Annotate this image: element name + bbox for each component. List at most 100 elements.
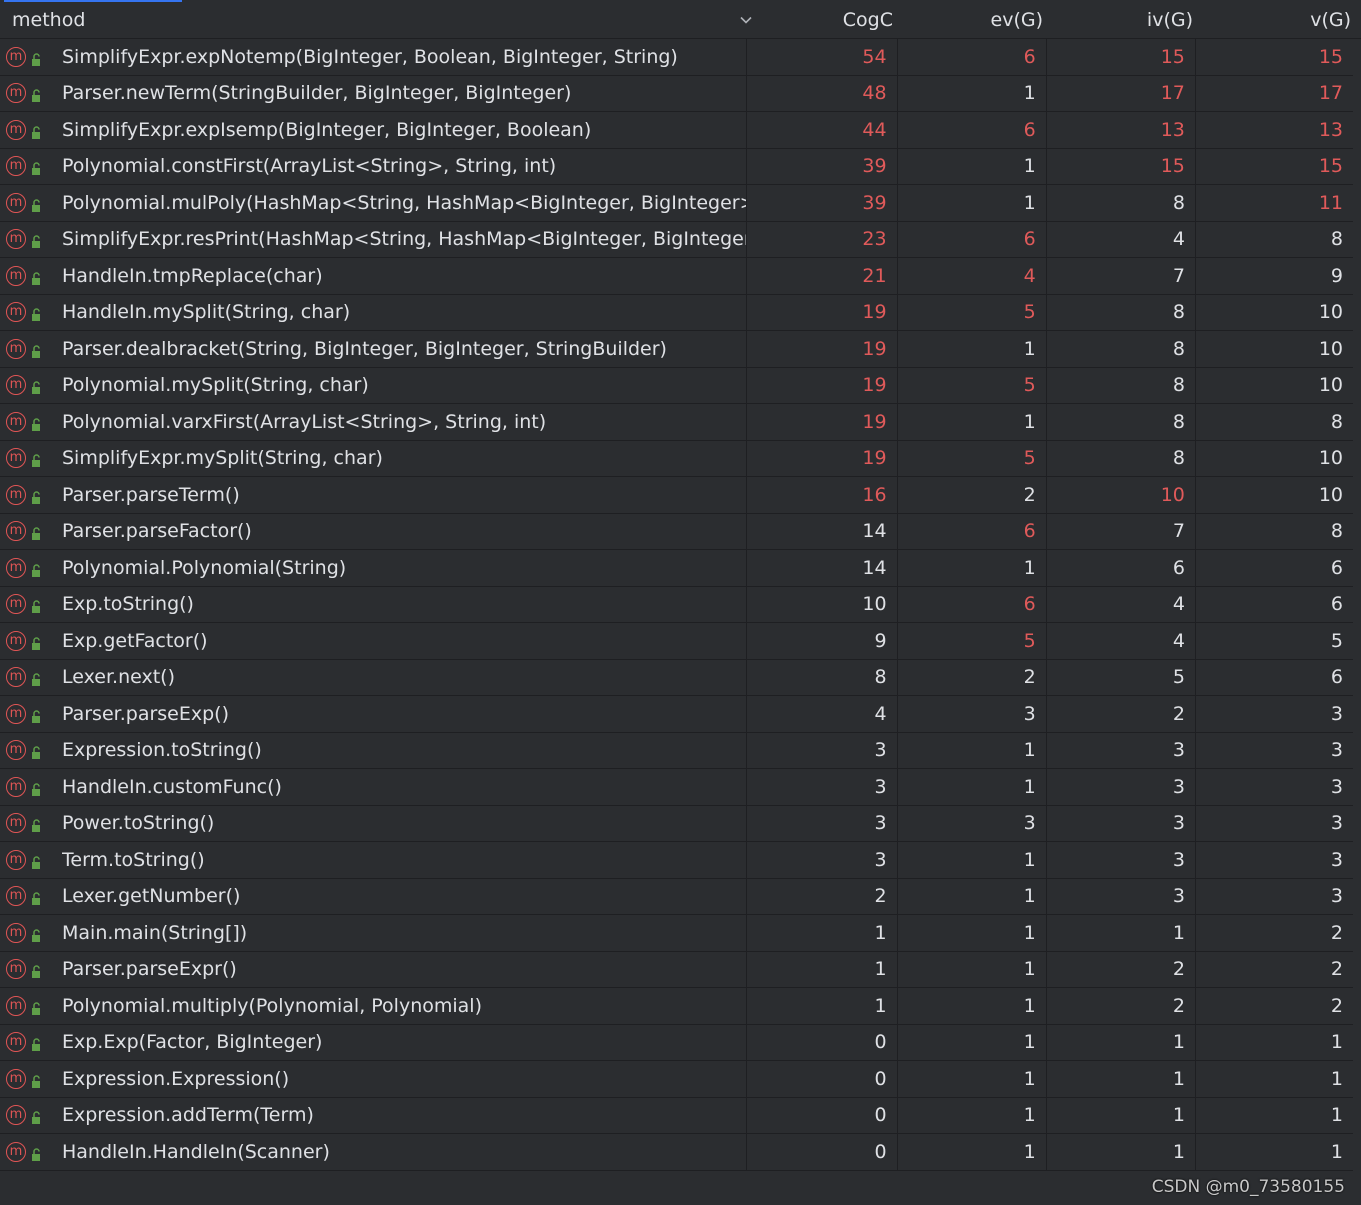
table-row[interactable]: m Exp.Exp(Factor, BigInteger) 0 1 1 1 (0, 1024, 1353, 1061)
method-m-icon: m (6, 1068, 26, 1089)
method-m-icon: m (6, 594, 26, 615)
v-cell: 1 (1330, 1140, 1343, 1163)
v-cell: 2 (1330, 994, 1343, 1017)
column-header-iv[interactable]: iv(G) (1053, 2, 1203, 38)
v-cell: 6 (1330, 666, 1343, 689)
table-row[interactable]: m SimplifyExpr.resPrint(HashMap<String, H… (0, 221, 1353, 258)
iv-cell: 1 (1047, 915, 1196, 951)
v-cell: 10 (1318, 483, 1343, 506)
iv-cell: 1 (1047, 1024, 1196, 1060)
table-row[interactable]: m Power.toString() 3 3 3 3 (0, 805, 1353, 842)
table-row[interactable]: m Expression.toString() 3 1 3 3 (0, 732, 1353, 769)
iv-cell: 8 (1047, 367, 1196, 403)
method-cell: m Polynomial.mySplit(String, char) (0, 367, 748, 403)
v-cell: 2 (1330, 958, 1343, 981)
table-row[interactable]: m Expression.addTerm(Term) 0 1 1 1 (0, 1097, 1353, 1134)
cogc-cell: 9 (747, 623, 898, 659)
method-m-icon: m (6, 411, 26, 432)
ev-cell: 2 (898, 659, 1047, 695)
column-header-v[interactable]: v(G) (1203, 2, 1361, 38)
table-row[interactable]: m SimplifyExpr.expIsemp(BigInteger, BigIn… (0, 112, 1353, 149)
method-cell: m Parser.newTerm(StringBuilder, BigIntege… (0, 75, 748, 111)
table-row[interactable]: m Parser.dealbracket(String, BigInteger, … (0, 331, 1353, 368)
column-header-cogc[interactable]: CogC (752, 2, 903, 38)
method-m-icon: m (6, 302, 26, 323)
method-name: Term.toString() (62, 848, 205, 871)
cogc-cell: 19 (747, 404, 898, 440)
ev-cell: 1 (898, 842, 1047, 878)
watermark: CSDN @m0_73580155 (1151, 1177, 1345, 1197)
table-row[interactable]: m HandleIn.mySplit(String, char) 19 5 8 10 (0, 294, 1353, 331)
table-row[interactable]: m Lexer.getNumber() 2 1 3 3 (0, 878, 1353, 915)
column-header-method[interactable]: method (0, 2, 752, 38)
table-row[interactable]: m Parser.parseTerm() 16 2 10 10 (0, 477, 1353, 514)
table-row[interactable]: m Term.toString() 3 1 3 3 (0, 842, 1353, 879)
v-cell: 6 (1330, 593, 1343, 616)
method-name: Lexer.getNumber() (62, 885, 241, 908)
cogc-cell: 54 (747, 39, 898, 75)
public-lock-icon (30, 1072, 44, 1088)
public-lock-icon (30, 488, 44, 504)
table-row[interactable]: m Polynomial.mulPoly(HashMap<String, Hash… (0, 185, 1353, 222)
table-row[interactable]: m HandleIn.tmpReplace(char) 21 4 7 9 (0, 258, 1353, 295)
ev-cell: 1 (898, 769, 1047, 805)
table-row[interactable]: m Lexer.next() 8 2 5 6 (0, 659, 1353, 696)
table-row[interactable]: m Polynomial.varxFirst(ArrayList<String>,… (0, 404, 1353, 441)
cogc-cell: 3 (747, 842, 898, 878)
cogc-cell: 1 (747, 915, 898, 951)
table-row[interactable]: m Polynomial.Polynomial(String) 14 1 6 6 (0, 550, 1353, 587)
cogc-cell: 19 (747, 294, 898, 330)
table-row[interactable]: m Polynomial.constFirst(ArrayList<String>… (0, 148, 1353, 185)
method-name: HandleIn.tmpReplace(char) (62, 264, 323, 287)
ev-cell: 1 (898, 1024, 1047, 1060)
method-cell: m Power.toString() (0, 805, 748, 841)
table-row[interactable]: m Parser.newTerm(StringBuilder, BigIntege… (0, 75, 1353, 112)
public-lock-icon (30, 597, 44, 614)
v-cell: 6 (1330, 556, 1343, 579)
table-row[interactable]: m Exp.getFactor() 9 5 4 5 (0, 623, 1353, 660)
method-name: Parser.parseFactor() (62, 520, 252, 543)
method-cell: m Parser.parseExpr() (0, 951, 748, 987)
public-lock-icon (30, 670, 44, 687)
table-row[interactable]: m SimplifyExpr.expNotemp(BigInteger, Bool… (0, 39, 1353, 76)
table-row[interactable]: m SimplifyExpr.mySplit(String, char) 19 5 8 1… (0, 440, 1353, 477)
v-cell: 3 (1330, 812, 1343, 835)
ev-cell: 6 (898, 221, 1047, 257)
iv-cell: 2 (1047, 951, 1196, 987)
method-name: Parser.parseExp() (62, 702, 229, 725)
method-cell: m Lexer.getNumber() (0, 878, 748, 914)
cogc-cell: 39 (747, 185, 898, 221)
method-m-icon: m (6, 46, 26, 67)
method-name: Expression.Expression() (62, 1067, 290, 1090)
v-cell: 3 (1330, 739, 1343, 762)
table-row[interactable]: m HandleIn.customFunc() 3 1 3 3 (0, 769, 1353, 806)
cogc-cell: 44 (747, 112, 898, 148)
table-row[interactable]: m Parser.parseExpr() 1 1 2 2 (0, 951, 1353, 988)
v-cell: 11 (1318, 191, 1343, 214)
method-name: Polynomial.Polynomial(String) (62, 556, 347, 579)
column-header-ev[interactable]: ev(G) (903, 2, 1053, 38)
method-cell: m HandleIn.mySplit(String, char) (0, 294, 748, 330)
cogc-cell: 0 (747, 1134, 898, 1170)
column-header-ev-label: ev(G) (990, 9, 1043, 31)
v-cell: 13 (1318, 118, 1343, 141)
table-row[interactable]: m Polynomial.multiply(Polynomial, Polynom… (0, 988, 1353, 1025)
table-row[interactable]: m Polynomial.mySplit(String, char) 19 5 8 10 (0, 367, 1353, 404)
ev-cell: 4 (898, 258, 1047, 294)
cogc-cell: 16 (747, 477, 898, 513)
table-row[interactable]: m Exp.toString() 10 6 4 6 (0, 586, 1353, 623)
table-row[interactable]: m Parser.parseExp() 4 3 2 3 (0, 696, 1353, 733)
iv-cell: 2 (1047, 696, 1196, 732)
table-row[interactable]: m HandleIn.HandleIn(Scanner) 0 1 1 1 (0, 1134, 1353, 1171)
method-m-icon: m (6, 484, 26, 505)
method-m-icon: m (6, 229, 26, 250)
table-row[interactable]: m Expression.Expression() 0 1 1 1 (0, 1061, 1353, 1098)
method-cell: m HandleIn.tmpReplace(char) (0, 258, 748, 294)
ev-cell: 1 (898, 75, 1047, 111)
public-lock-icon (30, 50, 44, 66)
public-lock-icon (30, 707, 44, 723)
method-m-icon: m (6, 557, 26, 578)
iv-cell: 15 (1047, 39, 1196, 75)
table-row[interactable]: m Parser.parseFactor() 14 6 7 8 (0, 513, 1353, 550)
table-row[interactable]: m Main.main(String[]) 1 1 1 2 (0, 915, 1353, 952)
